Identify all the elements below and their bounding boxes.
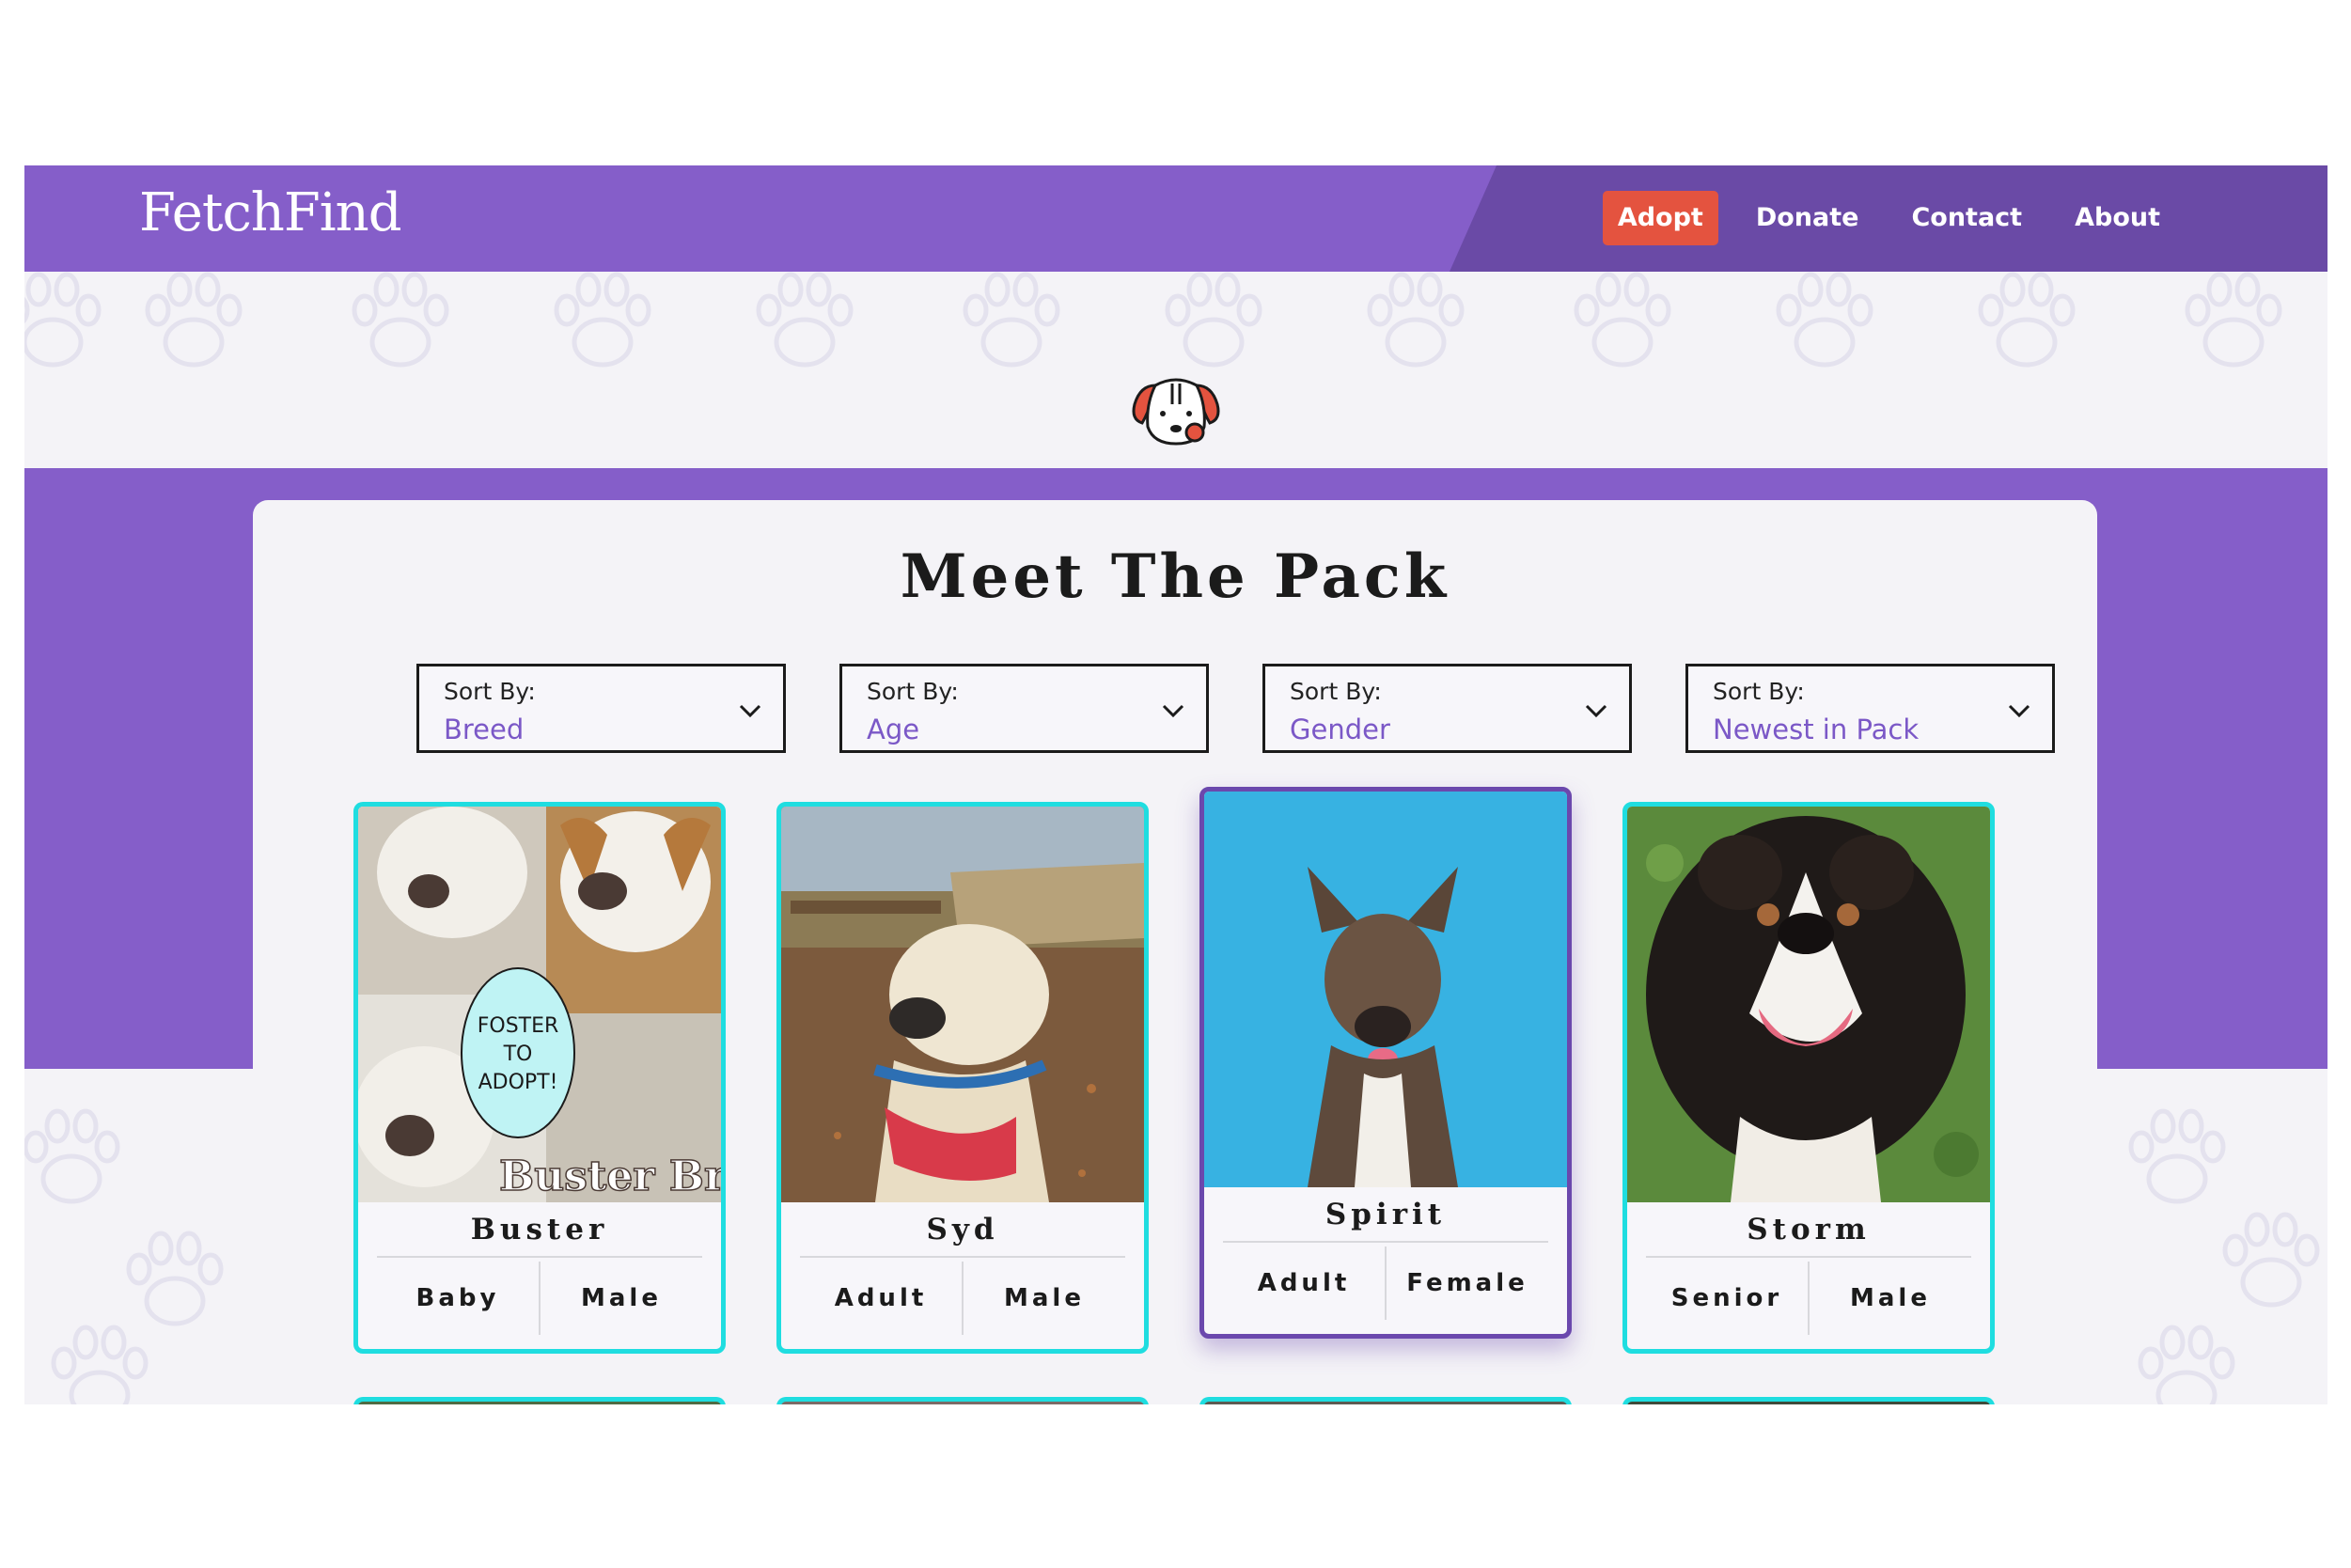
dog-face-icon — [1132, 378, 1220, 446]
sort-label: Sort By: — [867, 678, 959, 705]
sort-label: Sort By: — [1290, 678, 1382, 705]
pet-name: Buster — [470, 1213, 609, 1247]
pet-meta: Baby Male — [377, 1262, 702, 1335]
photo-bubble-line: ADOPT! — [478, 1071, 558, 1094]
chevron-down-icon — [1162, 704, 1184, 718]
photo-caption: Buster Brow — [499, 1152, 721, 1200]
sort-value: Newest in Pack — [1713, 713, 1920, 745]
pet-age: Baby — [415, 1284, 500, 1312]
pet-card-peek[interactable] — [353, 1397, 726, 1404]
pet-card-spirit[interactable]: Spirit Adult Female — [1199, 787, 1572, 1339]
page-title: Meet The Pack — [900, 541, 1450, 612]
sort-age-select[interactable]: Sort By: Age — [839, 664, 1209, 753]
paw-row-top — [24, 274, 2280, 365]
pet-meta: Adult Male — [800, 1262, 1125, 1335]
photo-bubble-line: TO — [503, 1043, 533, 1066]
pet-meta: Senior Male — [1646, 1262, 1971, 1335]
pet-gender: Female — [1406, 1269, 1528, 1297]
photo-bubble-line: FOSTER — [478, 1014, 559, 1038]
sort-label: Sort By: — [444, 678, 536, 705]
pet-photo — [781, 807, 1144, 1202]
pet-card-peek[interactable] — [1199, 1397, 1572, 1404]
sort-label: Sort By: — [1713, 678, 1805, 705]
divider — [377, 1256, 702, 1258]
nav-donate-link[interactable]: Donate — [1730, 191, 1886, 245]
pet-name: Spirit — [1324, 1198, 1447, 1231]
nav-adopt-link[interactable]: Adopt — [1602, 191, 1718, 245]
sort-value: Breed — [444, 713, 525, 745]
pet-card-buster[interactable]: FOSTER TO ADOPT! Buster Brow Buster Baby… — [353, 802, 726, 1354]
pet-gender: Male — [581, 1284, 662, 1312]
divider — [1223, 1241, 1548, 1243]
pet-meta: Adult Female — [1223, 1247, 1548, 1320]
divider — [1646, 1256, 1971, 1258]
pet-name: Syd — [926, 1213, 999, 1247]
pet-card-peek[interactable] — [1622, 1397, 1995, 1404]
sort-gender-select[interactable]: Sort By: Gender — [1262, 664, 1632, 753]
chevron-down-icon — [1585, 704, 1607, 718]
sort-breed-select[interactable]: Sort By: Breed — [416, 664, 786, 753]
page-frame: FetchFind Adopt Donate Contact About Mee… — [24, 165, 2327, 1404]
pet-photo: FOSTER TO ADOPT! Buster Brow — [358, 807, 721, 1202]
pet-card-peek[interactable] — [776, 1397, 1149, 1404]
pet-age: Adult — [834, 1284, 928, 1312]
sort-newest-select[interactable]: Sort By: Newest in Pack — [1685, 664, 2055, 753]
divider — [800, 1256, 1125, 1258]
pet-gender: Male — [1850, 1284, 1931, 1312]
pet-photo — [1627, 807, 1990, 1202]
pet-gender: Male — [1004, 1284, 1085, 1312]
pet-age: Senior — [1670, 1284, 1783, 1312]
pet-photo — [1204, 792, 1567, 1187]
sort-value: Gender — [1290, 713, 1390, 745]
site-logo[interactable]: FetchFind — [139, 182, 402, 243]
nav-contact-link[interactable]: Contact — [1885, 191, 2048, 245]
chevron-down-icon — [2008, 704, 2030, 718]
pet-card-syd[interactable]: Syd Adult Male — [776, 802, 1149, 1354]
pet-name: Storm — [1747, 1213, 1871, 1247]
pet-card-storm[interactable]: Storm Senior Male — [1622, 802, 1995, 1354]
chevron-down-icon — [739, 704, 761, 718]
nav-about-link[interactable]: About — [2048, 191, 2186, 245]
main-nav: Adopt Donate Contact About — [1602, 191, 2186, 245]
sort-value: Age — [867, 713, 920, 745]
pet-age: Adult — [1257, 1269, 1351, 1297]
